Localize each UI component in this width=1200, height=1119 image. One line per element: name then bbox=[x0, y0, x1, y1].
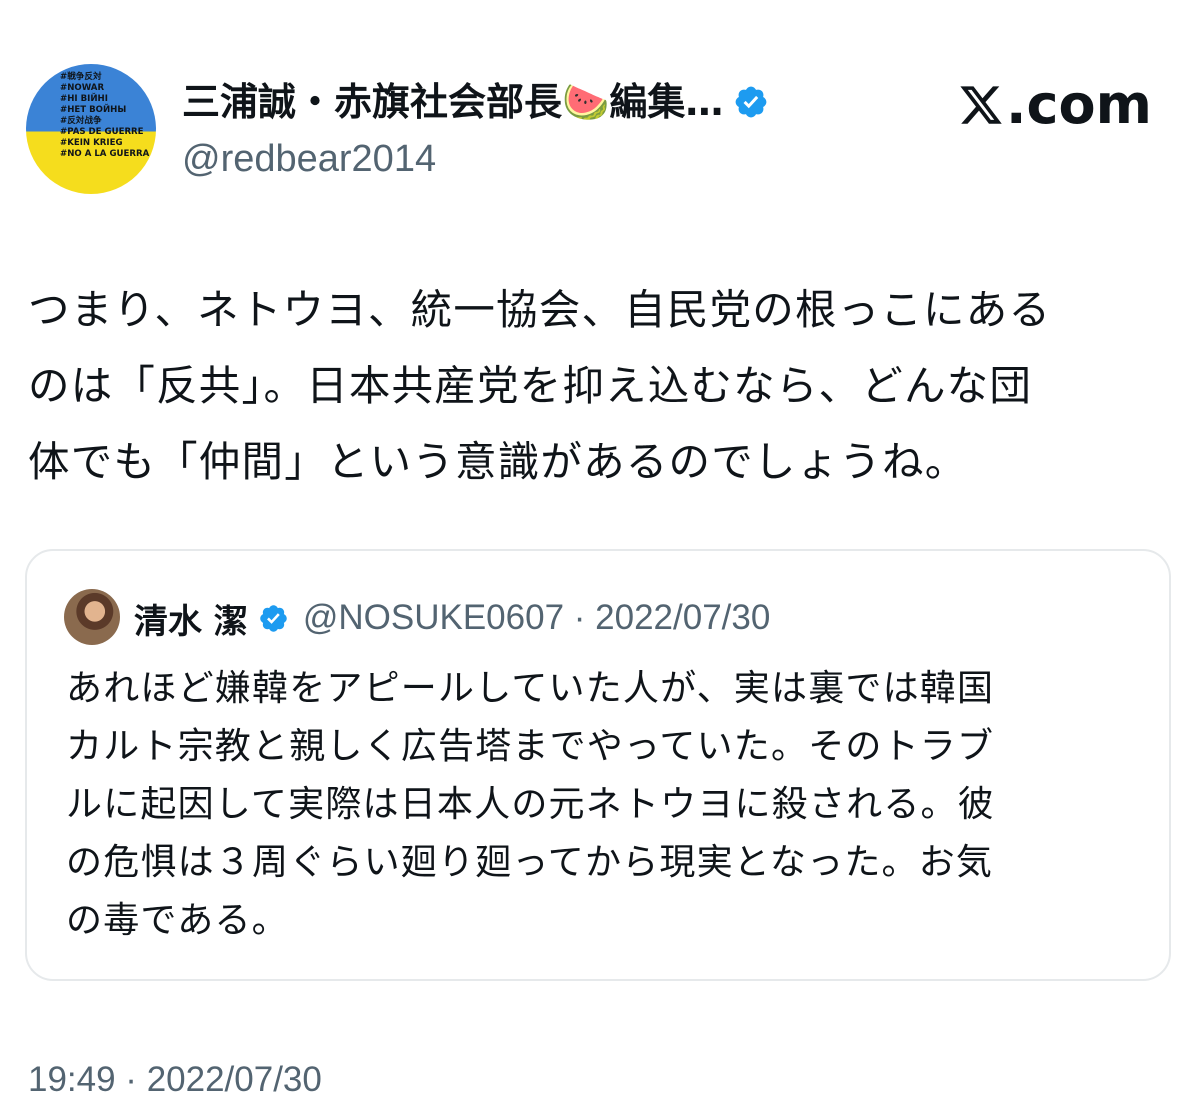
quoted-text-line: の毒である。 bbox=[66, 900, 289, 941]
avatar-slogan: #戦争反対 bbox=[60, 72, 102, 82]
author-avatar[interactable]: #戦争反対 #NOWAR #НІ ВІЙНІ #НЕТ ВОЙНЫ #反対战争 … bbox=[26, 64, 156, 194]
x-brand: .com bbox=[958, 73, 1152, 137]
tweet-text-line: 体でも「仲間」という意識があるのでしょうね。 bbox=[28, 437, 968, 486]
avatar-slogan: #NOWAR bbox=[60, 83, 105, 93]
verified-badge-icon bbox=[735, 86, 767, 118]
quoted-tweet-header: 清水 潔 @NOSUKE0607 · 2022/07/30 bbox=[134, 592, 770, 644]
tweet-text-line: つまり、ネトウヨ、統一協会、自民党の根っこにある bbox=[28, 285, 1052, 334]
avatar-slogan: #НІ ВІЙНІ bbox=[60, 94, 108, 104]
tweet-text: つまり、ネトウヨ、統一協会、自民党の根っこにある のは「反共」。日本共産党を抑え… bbox=[28, 272, 1178, 500]
quoted-text-line: カルト宗教と親しく広告塔までやっていた。そのトラブ bbox=[66, 726, 995, 767]
verified-badge-icon bbox=[260, 604, 287, 632]
quoted-tweet-text: あれほど嫌韓をアピールしていた人が、実は裏では韓国 カルト宗教と親しく広告塔まで… bbox=[66, 660, 1146, 950]
quoted-author-name: 清水 潔 bbox=[134, 601, 248, 642]
quoted-text-line: の危惧は３周ぐらい廻り廻ってから現実となった。お気 bbox=[66, 842, 994, 883]
x-logo-icon bbox=[960, 86, 1002, 124]
avatar-slogan: #NO A LA GUERRA bbox=[60, 149, 150, 159]
quoted-tweet-meta: @NOSUKE0607 · 2022/07/30 bbox=[302, 598, 771, 637]
author-handle[interactable]: @redbear2014 bbox=[182, 134, 436, 184]
quoted-text-line: あれほど嫌韓をアピールしていた人が、実は裏では韓国 bbox=[66, 668, 995, 709]
avatar-slogan: #KEIN KRIEG bbox=[60, 138, 123, 148]
tweet-text-line: のは「反共」。日本共産党を抑え込むなら、どんな団 bbox=[28, 361, 1033, 410]
brand-text: .com bbox=[1006, 73, 1152, 136]
avatar-slogans: #戦争反対 #NOWAR #НІ ВІЙНІ #НЕТ ВОЙНЫ #反対战争 … bbox=[60, 72, 156, 160]
tweet-timestamp[interactable]: 19:49 · 2022/07/30 bbox=[28, 1056, 322, 1104]
quoted-text-line: ルに起因して実際は日本人の元ネトウヨに殺される。彼 bbox=[66, 784, 995, 825]
author-display-name[interactable]: 三浦誠・赤旗社会部長🍉編集… bbox=[182, 76, 723, 128]
avatar-slogan: #反対战争 bbox=[60, 116, 102, 126]
avatar-slogan: #PAS DE GUERRE bbox=[60, 127, 144, 137]
quoted-author-avatar bbox=[64, 589, 120, 645]
author-name-row[interactable]: 三浦誠・赤旗社会部長🍉編集… bbox=[182, 76, 769, 128]
avatar-slogan: #НЕТ ВОЙНЫ bbox=[60, 105, 127, 115]
